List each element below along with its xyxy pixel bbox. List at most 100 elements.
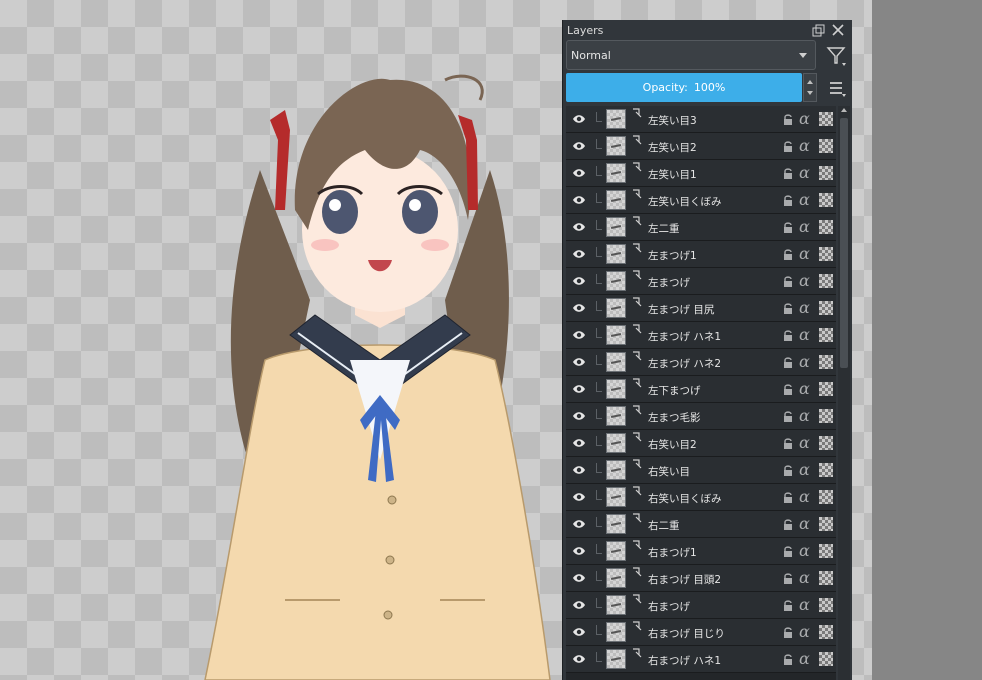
eye-icon[interactable] [572, 357, 586, 367]
alpha-icon[interactable]: α [799, 353, 810, 371]
layer-row[interactable]: 左二重 α [566, 214, 836, 241]
eye-icon[interactable] [572, 276, 586, 286]
scroll-thumb[interactable] [840, 118, 848, 368]
layer-row[interactable]: 左笑い目3 α [566, 106, 836, 133]
lock-icon[interactable] [782, 302, 794, 315]
layer-row[interactable]: 右まつげ1 α [566, 538, 836, 565]
eye-icon[interactable] [572, 114, 586, 124]
layer-name[interactable]: 右まつげ1 [648, 545, 697, 560]
checker-icon[interactable] [819, 382, 833, 396]
layer-name[interactable]: 左まつげ [648, 275, 690, 290]
layer-name[interactable]: 左笑い目2 [648, 140, 697, 155]
checker-icon[interactable] [819, 598, 833, 612]
eye-icon[interactable] [572, 330, 586, 340]
layer-scrollbar[interactable] [838, 106, 850, 680]
alpha-icon[interactable]: α [799, 191, 810, 209]
lock-icon[interactable] [782, 491, 794, 504]
alpha-icon[interactable]: α [799, 245, 810, 263]
checker-icon[interactable] [819, 328, 833, 342]
checker-icon[interactable] [819, 517, 833, 531]
layer-row[interactable]: 右まつげ 目頭2 α [566, 565, 836, 592]
checker-icon[interactable] [819, 139, 833, 153]
lock-icon[interactable] [782, 545, 794, 558]
alpha-icon[interactable]: α [799, 299, 810, 317]
layer-name[interactable]: 右まつげ 目じり [648, 626, 725, 641]
eye-icon[interactable] [572, 411, 586, 421]
layer-name[interactable]: 右二重 [648, 518, 680, 533]
checker-icon[interactable] [819, 409, 833, 423]
alpha-icon[interactable]: α [799, 461, 810, 479]
filter-icon[interactable] [822, 42, 850, 70]
lock-icon[interactable] [782, 140, 794, 153]
alpha-icon[interactable]: α [799, 272, 810, 290]
alpha-icon[interactable]: α [799, 407, 810, 425]
lock-icon[interactable] [782, 572, 794, 585]
alpha-icon[interactable]: α [799, 434, 810, 452]
alpha-icon[interactable]: α [799, 488, 810, 506]
layer-row[interactable]: 左まつげ α [566, 268, 836, 295]
layer-row[interactable]: 右笑い目くぼみ α [566, 484, 836, 511]
layer-row[interactable]: 左まつげ 目尻 α [566, 295, 836, 322]
blend-mode-select[interactable]: Normal [566, 40, 816, 70]
eye-icon[interactable] [572, 600, 586, 610]
eye-icon[interactable] [572, 573, 586, 583]
layer-row[interactable]: 右まつげ α [566, 592, 836, 619]
layer-name[interactable]: 右まつげ [648, 599, 690, 614]
alpha-icon[interactable]: α [799, 569, 810, 587]
checker-icon[interactable] [819, 247, 833, 261]
lock-icon[interactable] [782, 626, 794, 639]
checker-icon[interactable] [819, 571, 833, 585]
lock-icon[interactable] [782, 275, 794, 288]
layer-name[interactable]: 左下まつげ [648, 383, 701, 398]
layer-row[interactable]: 左笑い目1 α [566, 160, 836, 187]
alpha-icon[interactable]: α [799, 326, 810, 344]
lock-icon[interactable] [782, 518, 794, 531]
alpha-icon[interactable]: α [799, 110, 810, 128]
lock-icon[interactable] [782, 464, 794, 477]
layer-row[interactable]: 左下まつげ α [566, 376, 836, 403]
checker-icon[interactable] [819, 652, 833, 666]
checker-icon[interactable] [819, 355, 833, 369]
eye-icon[interactable] [572, 195, 586, 205]
lock-icon[interactable] [782, 410, 794, 423]
eye-icon[interactable] [572, 303, 586, 313]
layer-name[interactable]: 右笑い目 [648, 464, 690, 479]
layer-name[interactable]: 右笑い目くぼみ [648, 491, 722, 506]
alpha-icon[interactable]: α [799, 623, 810, 641]
eye-icon[interactable] [572, 249, 586, 259]
lock-icon[interactable] [782, 194, 794, 207]
checker-icon[interactable] [819, 490, 833, 504]
checker-icon[interactable] [819, 463, 833, 477]
float-icon[interactable] [810, 22, 826, 38]
checker-icon[interactable] [819, 166, 833, 180]
checker-icon[interactable] [819, 544, 833, 558]
checker-icon[interactable] [819, 112, 833, 126]
spin-down-icon[interactable] [807, 91, 813, 95]
eye-icon[interactable] [572, 654, 586, 664]
spin-up-icon[interactable] [807, 80, 813, 84]
alpha-icon[interactable]: α [799, 542, 810, 560]
close-icon[interactable] [830, 22, 846, 38]
lock-icon[interactable] [782, 599, 794, 612]
eye-icon[interactable] [572, 168, 586, 178]
alpha-icon[interactable]: α [799, 164, 810, 182]
lock-icon[interactable] [782, 653, 794, 666]
eye-icon[interactable] [572, 519, 586, 529]
alpha-icon[interactable]: α [799, 596, 810, 614]
alpha-icon[interactable]: α [799, 137, 810, 155]
alpha-icon[interactable]: α [799, 380, 810, 398]
layer-row[interactable]: 左まつげ1 α [566, 241, 836, 268]
checker-icon[interactable] [819, 193, 833, 207]
eye-icon[interactable] [572, 438, 586, 448]
layer-row[interactable]: 左笑い目2 α [566, 133, 836, 160]
alpha-icon[interactable]: α [799, 650, 810, 668]
layer-row[interactable]: 右まつげ ハネ1 α [566, 646, 836, 673]
hamburger-menu-icon[interactable] [824, 75, 850, 101]
layer-row[interactable]: 左まつげ ハネ2 α [566, 349, 836, 376]
layer-name[interactable]: 左まつげ 目尻 [648, 302, 714, 317]
checker-icon[interactable] [819, 436, 833, 450]
layer-name[interactable]: 左まつ毛影 [648, 410, 701, 425]
alpha-icon[interactable]: α [799, 218, 810, 236]
lock-icon[interactable] [782, 221, 794, 234]
eye-icon[interactable] [572, 627, 586, 637]
